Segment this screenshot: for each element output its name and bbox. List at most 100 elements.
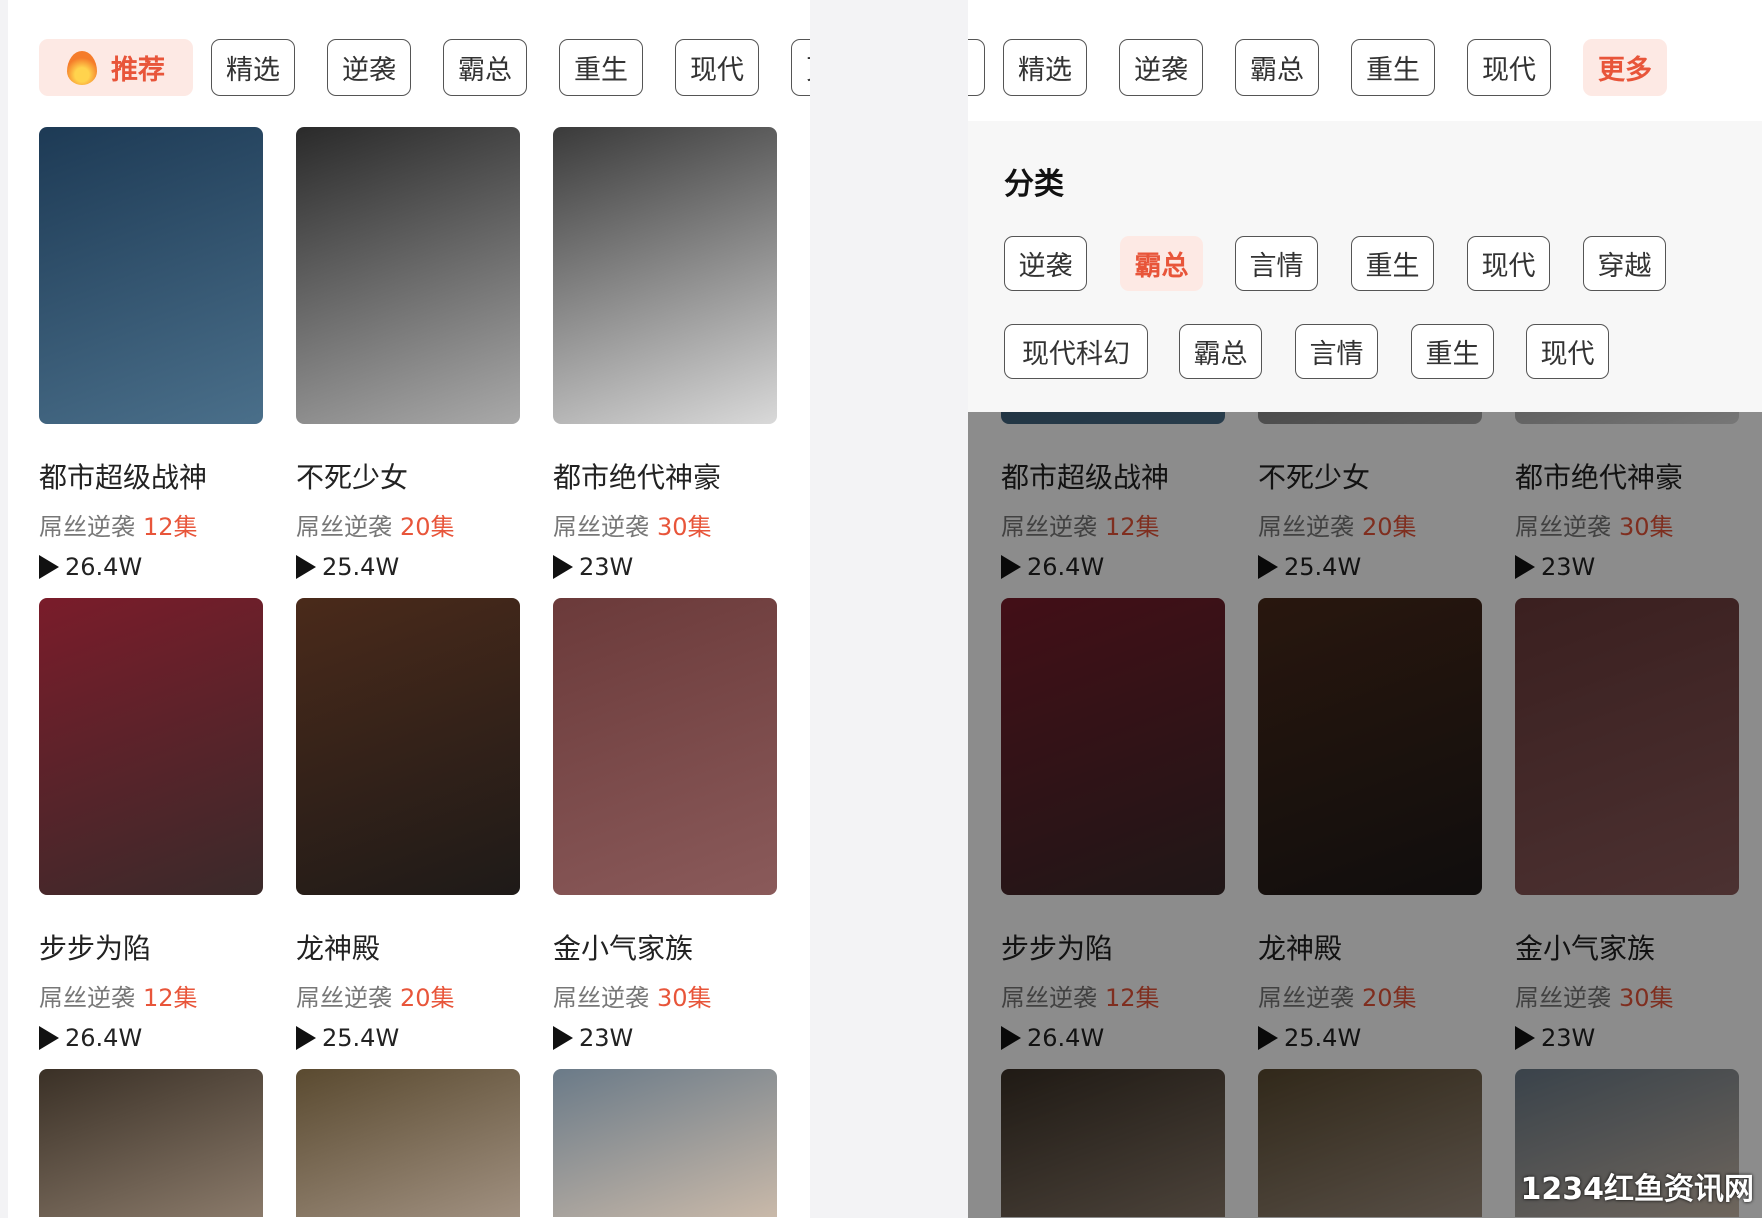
- tab-label: 重生: [1366, 55, 1420, 86]
- episode-count: 30集: [657, 984, 712, 1012]
- play-icon: [296, 555, 316, 579]
- drama-subtitle: 屌丝逆袭 12集: [39, 978, 198, 1013]
- drama-tag: 屌丝逆袭: [553, 513, 649, 541]
- play-count: 25.4W: [296, 1024, 399, 1052]
- drama-poster[interactable]: [39, 598, 263, 895]
- drama-subtitle: 屌丝逆袭 30集: [553, 507, 712, 542]
- tab-1[interactable]: 精选: [211, 39, 295, 96]
- drama-subtitle: 屌丝逆袭 20集: [296, 507, 455, 542]
- tab-0[interactable]: 推荐: [39, 39, 193, 96]
- play-icon: [296, 1026, 316, 1050]
- drama-card[interactable]: [553, 1069, 777, 1217]
- category-chip[interactable]: 重生: [1411, 324, 1494, 379]
- drama-card[interactable]: 不死少女屌丝逆袭 20集 25.4W: [296, 127, 520, 581]
- tab-2[interactable]: 逆袭: [327, 39, 411, 96]
- play-count-value: 25.4W: [322, 553, 400, 581]
- tab-3[interactable]: 霸总: [443, 39, 527, 96]
- drama-card[interactable]: 都市绝代神豪屌丝逆袭 30集 23W: [553, 127, 777, 581]
- episode-count: 12集: [143, 513, 198, 541]
- play-count-value: 25.4W: [322, 1024, 400, 1052]
- category-chip[interactable]: 现代: [1526, 324, 1609, 379]
- tab-label: 更多: [1598, 55, 1652, 86]
- play-count-value: 23W: [579, 1024, 634, 1052]
- tab-label: 霸总: [1250, 55, 1304, 86]
- drama-title[interactable]: 都市绝代神豪: [553, 456, 721, 496]
- drama-card[interactable]: [296, 1069, 520, 1217]
- tab-3[interactable]: 霸总: [1235, 39, 1319, 96]
- drama-poster[interactable]: [39, 127, 263, 424]
- drama-tag: 屌丝逆袭: [39, 984, 135, 1012]
- play-count: 23W: [553, 553, 633, 581]
- screen-right: 分类 逆袭霸总言情重生现代穿越现代科幻霸总言情重生现代 推荐精选逆袭霸总重生现代…: [968, 0, 1762, 1218]
- drama-poster[interactable]: [553, 598, 777, 895]
- play-icon: [553, 1026, 573, 1050]
- tab-label: 逆袭: [1134, 55, 1188, 86]
- category-chip[interactable]: 重生: [1351, 236, 1434, 291]
- watermark: 1234红鱼资讯网: [1520, 1172, 1755, 1207]
- tab-label: 更多: [806, 48, 810, 87]
- tab-5[interactable]: 现代: [1467, 39, 1551, 96]
- drama-subtitle: 屌丝逆袭 30集: [553, 978, 712, 1013]
- tab-6[interactable]: 更多: [791, 39, 810, 96]
- tab-6[interactable]: 更多: [1583, 39, 1667, 96]
- play-icon: [39, 555, 59, 579]
- tab-5[interactable]: 现代: [675, 39, 759, 96]
- play-count: 26.4W: [39, 553, 142, 581]
- category-chip[interactable]: 言情: [1235, 236, 1318, 291]
- drama-title[interactable]: 龙神殿: [296, 927, 380, 967]
- screen-left: 推荐精选逆袭霸总重生现代更多都市超级战神屌丝逆袭12集26.4W不死少女屌丝逆袭…: [8, 0, 810, 1218]
- category-chip[interactable]: 言情: [1295, 324, 1378, 379]
- drama-card[interactable]: [39, 1069, 263, 1217]
- play-count-value: 23W: [579, 553, 634, 581]
- play-count-value: 26.4W: [65, 1024, 143, 1052]
- drama-card[interactable]: 金小气家族屌丝逆袭 30集 23W: [553, 598, 777, 1052]
- tab-label: 现代: [1482, 55, 1536, 86]
- category-chip[interactable]: 霸总: [1179, 324, 1262, 379]
- drama-tag: 屌丝逆袭: [296, 984, 392, 1012]
- category-chip[interactable]: 逆袭: [1004, 236, 1087, 291]
- drama-poster[interactable]: [39, 1069, 263, 1217]
- drama-poster[interactable]: [296, 1069, 520, 1217]
- play-icon: [553, 555, 573, 579]
- drama-subtitle: 屌丝逆袭 20集: [296, 978, 455, 1013]
- drama-subtitle: 屌丝逆袭 12集: [39, 507, 198, 542]
- tab-1[interactable]: 精选: [1003, 39, 1087, 96]
- category-chip[interactable]: 现代: [1467, 236, 1550, 291]
- category-title: 分类: [1004, 167, 1064, 202]
- drama-poster[interactable]: [296, 598, 520, 895]
- drama-title[interactable]: 不死少女: [296, 456, 408, 496]
- episode-count: 20集: [400, 984, 455, 1012]
- tab-4[interactable]: 重生: [559, 39, 643, 96]
- drama-card[interactable]: 都市超级战神 屌丝逆袭 12集 26.4W: [39, 127, 263, 581]
- drama-card[interactable]: 步步为陷 屌丝逆袭 12集 26.4W: [39, 598, 263, 1052]
- category-chip[interactable]: 现代科幻: [1004, 324, 1148, 379]
- play-count-value: 26.4W: [65, 553, 143, 581]
- flame-icon: [67, 50, 97, 85]
- tab-label: 精选: [1018, 55, 1072, 86]
- drama-card[interactable]: 龙神殿 屌丝逆袭 20集 25.4W: [296, 598, 520, 1052]
- drama-title[interactable]: 都市超级战神: [39, 456, 207, 496]
- play-icon: [39, 1026, 59, 1050]
- play-count: 23W: [553, 1024, 633, 1052]
- drama-title[interactable]: 金小气家族: [553, 927, 693, 967]
- tab-4[interactable]: 重生: [1351, 39, 1435, 96]
- play-count: 26.4W: [39, 1024, 142, 1052]
- tab-label: 现代: [690, 55, 744, 86]
- drama-tag: 屌丝逆袭: [553, 984, 649, 1012]
- tab-label: 霸总: [458, 55, 512, 86]
- drama-title[interactable]: 步步为陷: [39, 927, 151, 967]
- drama-poster[interactable]: [553, 127, 777, 424]
- category-panel: 分类 逆袭 霸总 言情 重生 现代 穿越 现代科幻 霸总 言情 重生 现代: [968, 121, 1762, 412]
- episode-count: 20集: [400, 513, 455, 541]
- episode-count: 12集: [143, 984, 198, 1012]
- tab-2[interactable]: 逆袭: [1119, 39, 1203, 96]
- drama-tag: 屌丝逆袭: [39, 513, 135, 541]
- tab-label: 推荐: [111, 55, 165, 86]
- category-chip[interactable]: 穿越: [1583, 236, 1666, 291]
- drama-poster[interactable]: [296, 127, 520, 424]
- category-chip[interactable]: 霸总: [1120, 236, 1203, 291]
- episode-count: 30集: [657, 513, 712, 541]
- drama-poster[interactable]: [553, 1069, 777, 1217]
- tab-0[interactable]: 推荐: [968, 39, 985, 96]
- dim-overlay[interactable]: [968, 412, 1762, 1218]
